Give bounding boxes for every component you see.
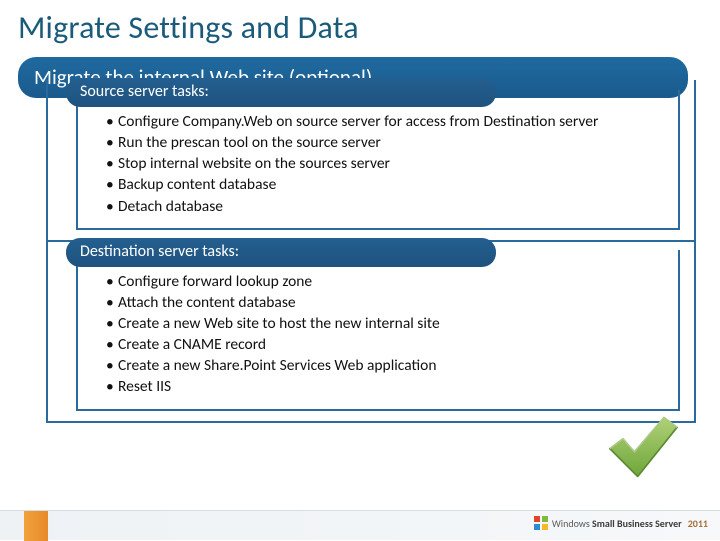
list-item: Stop internal website on the sources ser… — [106, 154, 664, 174]
list-item: Detach database — [106, 197, 664, 217]
list-item: Create a CNAME record — [106, 335, 664, 355]
footer-logo: Windows Small Business Server 2011 — [534, 516, 708, 530]
footer-brand-text: Windows Small Business Server — [552, 517, 682, 530]
windows-flag-icon — [534, 516, 548, 530]
list-item: Reset IIS — [106, 377, 664, 397]
source-list: Configure Company.Web on source server f… — [106, 112, 664, 217]
list-item: Attach the content database — [106, 293, 664, 313]
source-frame: Configure Company.Web on source server f… — [76, 90, 680, 230]
list-item: Backup content database — [106, 175, 664, 195]
destination-list: Configure forward lookup zone Attach the… — [106, 272, 664, 398]
destination-heading: Destination server tasks: — [66, 238, 496, 267]
footer-bar: Windows Small Business Server 2011 — [0, 510, 720, 540]
source-section: Source server tasks: Configure Company.W… — [46, 80, 696, 242]
destination-section: Destination server tasks: Configure forw… — [46, 240, 696, 423]
slide: Migrate Settings and Data Migrate the in… — [0, 0, 720, 540]
footer-brand-prefix: Windows — [552, 517, 590, 530]
footer-accent — [24, 511, 48, 541]
list-item: Create a new Share.Point Services Web ap… — [106, 356, 664, 376]
checkmark-icon — [600, 406, 682, 488]
page-title: Migrate Settings and Data — [18, 8, 702, 47]
footer-brand-main: Small Business Server — [592, 517, 682, 530]
destination-frame: Configure forward lookup zone Attach the… — [76, 250, 680, 411]
list-item: Run the prescan tool on the source serve… — [106, 133, 664, 153]
footer-year: 2011 — [688, 517, 708, 530]
list-item: Configure forward lookup zone — [106, 272, 664, 292]
list-item: Create a new Web site to host the new in… — [106, 314, 664, 334]
list-item: Configure Company.Web on source server f… — [106, 112, 664, 132]
source-heading: Source server tasks: — [66, 78, 496, 107]
